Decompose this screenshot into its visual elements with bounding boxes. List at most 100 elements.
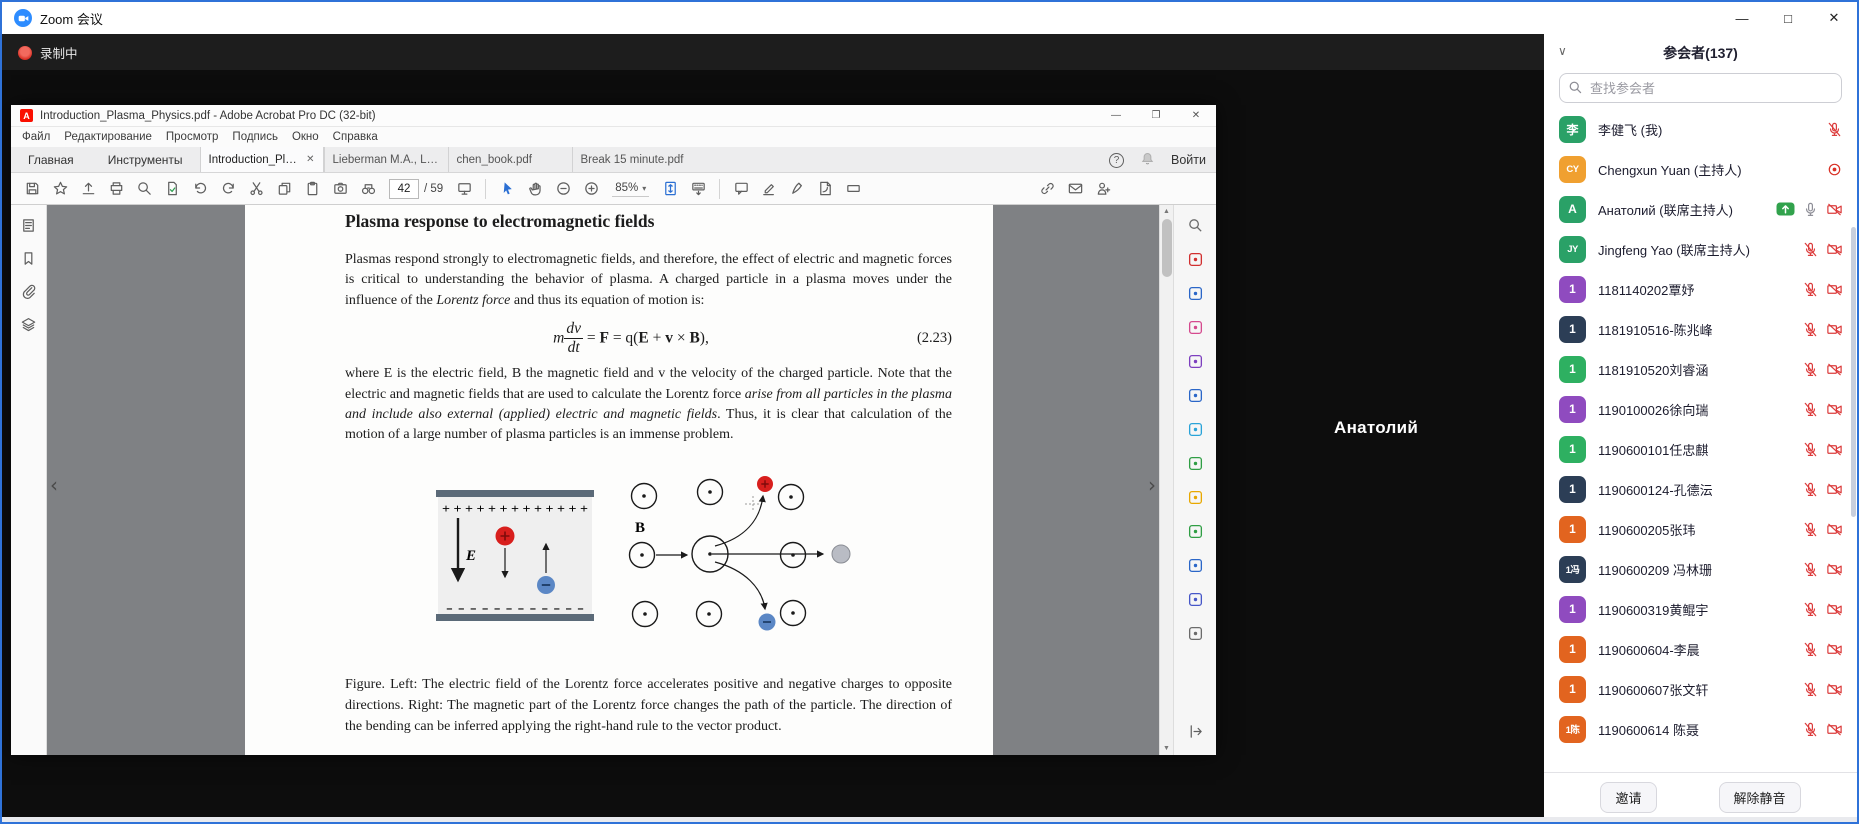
zoom-level-select[interactable]: 85% ▾ <box>612 180 649 197</box>
scrollbar-thumb[interactable] <box>1162 219 1172 277</box>
previous-page-arrow[interactable]: ‹ <box>50 473 58 497</box>
measure-icon[interactable] <box>1182 451 1208 475</box>
participant-row[interactable]: 11190600124-孔德沄 <box>1544 469 1857 509</box>
doc-tab-lieberman[interactable]: Lieberman M.A., Lic... <box>324 147 448 172</box>
invite-button[interactable]: 邀请 <box>1600 782 1656 813</box>
notifications-bell-icon[interactable] <box>1140 151 1155 169</box>
menu-справка[interactable]: Справка <box>326 131 385 143</box>
scroll-up-icon[interactable]: ▲ <box>1160 208 1173 215</box>
favorites-icon[interactable] <box>47 176 73 202</box>
doc-tab-break[interactable]: Break 15 minute.pdf <box>572 147 696 172</box>
binoculars-icon[interactable] <box>355 176 381 202</box>
zoom-out-icon[interactable] <box>550 176 576 202</box>
edit-pdf-icon[interactable] <box>1182 315 1208 339</box>
send-mail-icon[interactable] <box>1062 176 1088 202</box>
person-add-icon[interactable] <box>1090 176 1116 202</box>
redact-icon[interactable] <box>840 176 866 202</box>
chevron-down-icon[interactable]: ∨ <box>1558 44 1567 58</box>
participant-row[interactable]: 11190600205张玮 <box>1544 509 1857 549</box>
search-tools-icon[interactable] <box>1182 213 1208 237</box>
acrobat-minimize-button[interactable]: — <box>1096 105 1136 126</box>
sign-icon[interactable] <box>784 176 810 202</box>
zoom-in-icon[interactable] <box>578 176 604 202</box>
participant-row[interactable]: 11190600607张文轩 <box>1544 669 1857 709</box>
menu-файл[interactable]: Файл <box>15 131 57 143</box>
participant-row[interactable]: 李李健飞 (我) <box>1544 109 1857 149</box>
copy-icon[interactable] <box>271 176 297 202</box>
participant-name: 1181910520刘睿涵 <box>1598 360 1796 379</box>
organize-pages-icon[interactable] <box>1182 485 1208 509</box>
participant-row[interactable]: 1陈1190600614 陈聂 <box>1544 709 1857 749</box>
optimize-pdf-icon[interactable] <box>1182 587 1208 611</box>
more-tools-icon[interactable] <box>1182 621 1208 645</box>
menu-подпись[interactable]: Подпись <box>225 131 285 143</box>
share-file-icon[interactable] <box>75 176 101 202</box>
participant-row[interactable]: AАнатолий (联席主持人) <box>1544 189 1857 229</box>
hand-icon[interactable] <box>522 176 548 202</box>
acrobat-maximize-button[interactable]: ❐ <box>1136 105 1176 126</box>
highlight-icon[interactable] <box>756 176 782 202</box>
monitor-icon[interactable] <box>451 176 477 202</box>
avatar: 1冯 <box>1559 556 1586 583</box>
menu-окно[interactable]: Окно <box>285 131 326 143</box>
page-display-icon[interactable] <box>685 176 711 202</box>
participant-row[interactable]: 11190600101任忠麒 <box>1544 429 1857 469</box>
minimize-button[interactable]: — <box>1719 2 1765 34</box>
undo-icon[interactable] <box>187 176 213 202</box>
search-participants-input[interactable] <box>1559 73 1842 103</box>
pdf-figure-caption: Figure. Left: The electric field of the … <box>345 674 952 737</box>
signin-button[interactable]: Войти <box>1171 153 1206 167</box>
print-icon[interactable] <box>103 176 129 202</box>
attachments-icon[interactable] <box>20 283 37 303</box>
stamp-icon[interactable] <box>1182 417 1208 441</box>
snapshot-icon[interactable] <box>327 176 353 202</box>
participant-row[interactable]: 11181910520刘睿涵 <box>1544 349 1857 389</box>
snippet-icon[interactable] <box>243 176 269 202</box>
select-icon[interactable] <box>494 176 520 202</box>
next-page-arrow[interactable]: › <box>1148 473 1156 497</box>
doc-tab-chen-book[interactable]: chen_book.pdf <box>448 147 572 172</box>
save-icon[interactable] <box>19 176 45 202</box>
comment-icon[interactable] <box>728 176 754 202</box>
participant-row[interactable]: CYChengxun Yuan (主持人) <box>1544 149 1857 189</box>
page-check-icon[interactable] <box>159 176 185 202</box>
clipboard-icon[interactable] <box>299 176 325 202</box>
layers-icon[interactable] <box>20 316 37 336</box>
participant-row[interactable]: 11181910516-陈兆峰 <box>1544 309 1857 349</box>
participant-row[interactable]: 11190600319黄鲲宇 <box>1544 589 1857 629</box>
page-number-input[interactable]: 42 <box>389 179 419 199</box>
protect-icon[interactable] <box>1182 553 1208 577</box>
comment-tools-icon[interactable] <box>1182 349 1208 373</box>
menu-просмотр[interactable]: Просмотр <box>159 131 226 143</box>
participant-row[interactable]: JYJingfeng Yao (联席主持人) <box>1544 229 1857 269</box>
redo-icon[interactable] <box>215 176 241 202</box>
participant-row[interactable]: 11181140202覃妤 <box>1544 269 1857 309</box>
scroll-down-icon[interactable]: ▼ <box>1160 745 1173 752</box>
page-flip-icon[interactable] <box>812 176 838 202</box>
create-pdf-icon[interactable] <box>1182 281 1208 305</box>
help-icon[interactable]: ? <box>1109 153 1124 168</box>
doc-tab-introduction-plasma[interactable]: Introduction_Plasm... ✕ <box>200 147 324 172</box>
fit-page-icon[interactable] <box>657 176 683 202</box>
menu-редактирование[interactable]: Редактирование <box>57 131 159 143</box>
participant-row[interactable]: 11190600604-李晨 <box>1544 629 1857 669</box>
fill-sign-icon[interactable] <box>1182 383 1208 407</box>
tab-home[interactable]: Главная <box>11 147 91 172</box>
page-thumbnails-icon[interactable] <box>20 217 37 237</box>
acrobat-close-button[interactable]: ✕ <box>1176 105 1216 126</box>
participant-row[interactable]: 11190100026徐向瑞 <box>1544 389 1857 429</box>
unmute-button[interactable]: 解除静音 <box>1719 782 1801 813</box>
collapse-panel-icon[interactable] <box>1182 719 1208 743</box>
tab-close-icon[interactable]: ✕ <box>306 154 314 165</box>
maximize-button[interactable]: □ <box>1765 2 1811 34</box>
print-production-icon[interactable] <box>1182 519 1208 543</box>
document-scrollbar[interactable]: ▲ ▼ <box>1159 205 1173 755</box>
close-button[interactable]: ✕ <box>1811 2 1857 34</box>
search-icon[interactable] <box>131 176 157 202</box>
participants-scrollbar[interactable] <box>1851 227 1856 517</box>
bookmarks-icon[interactable] <box>20 250 37 270</box>
participant-row[interactable]: 1冯1190600209 冯林珊 <box>1544 549 1857 589</box>
export-pdf-icon[interactable] <box>1182 247 1208 271</box>
tab-tools[interactable]: Инструменты <box>91 147 200 172</box>
link-icon[interactable] <box>1034 176 1060 202</box>
